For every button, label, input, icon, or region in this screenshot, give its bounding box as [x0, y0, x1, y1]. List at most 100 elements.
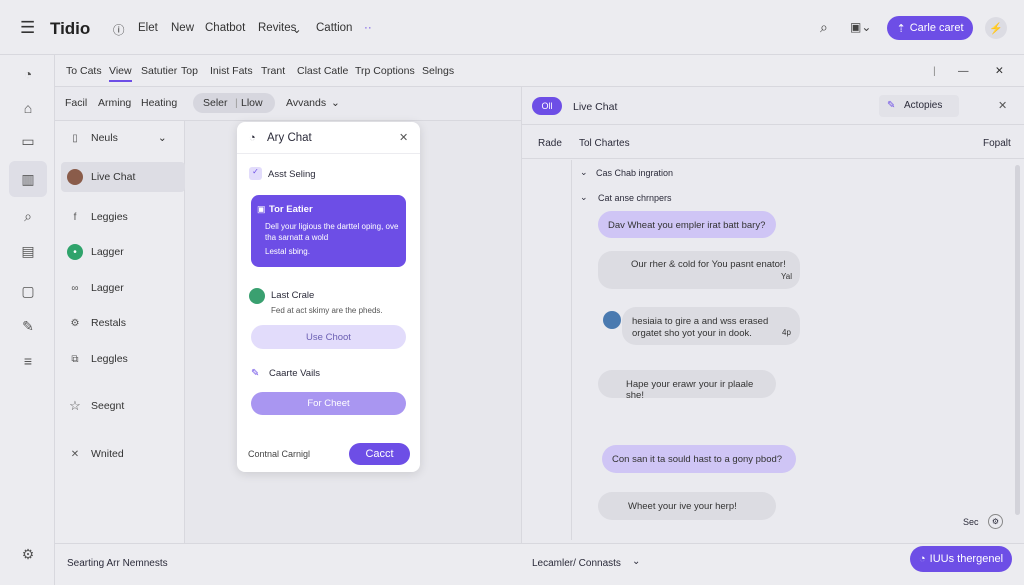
chat-message: Hape your erawr your ir plaale she! — [598, 370, 776, 401]
subnav-item[interactable]: Selngs — [422, 65, 454, 77]
sec-label: Sec — [963, 517, 979, 527]
section-title: Caarte Vails — [269, 368, 321, 379]
filter-bar: Facil Arming Heating Seler | Llow Avvand… — [55, 87, 521, 121]
columns-icon[interactable]: ▥ — [9, 161, 47, 197]
section-title: Last Crale — [271, 290, 315, 301]
avatar — [603, 311, 621, 329]
tool-icon[interactable]: ✎ — [17, 315, 39, 337]
row-label[interactable]: Cas Chab ingration — [596, 168, 673, 178]
chat-message: Our rher & cold for You pasnt enator! Ya… — [598, 251, 800, 289]
cta-button[interactable]: ⇡ Carle caret — [887, 16, 973, 40]
avatar — [67, 169, 83, 185]
menu-lines-icon[interactable]: ≡ — [17, 350, 39, 372]
checkbox-icon[interactable]: ✓ — [249, 167, 262, 180]
menu-icon[interactable]: ☰ — [20, 18, 35, 38]
nav-item-elet[interactable]: Elet — [138, 22, 158, 34]
divider — [571, 160, 572, 540]
close-icon[interactable]: ✕ — [399, 131, 408, 144]
minimize-icon[interactable]: — — [958, 65, 969, 77]
chevron-down-icon[interactable]: ⌄ — [331, 97, 340, 109]
nav-item-new[interactable]: New — [171, 22, 194, 34]
bottom-action-label: IUUs thergenel — [929, 553, 1004, 565]
info-icon[interactable]: ⓘ — [113, 22, 125, 38]
column-label: Rade — [538, 138, 562, 149]
folder-icon[interactable]: ▭ — [17, 130, 39, 152]
chat-icon[interactable]: ◔ — [17, 63, 39, 85]
clipboard-icon[interactable]: ▢ — [17, 280, 39, 302]
left-rail: ◔ ⌂ ▭ ▥ ⌕ ▤ ▢ ✎ ≡ ⚙ — [0, 55, 55, 585]
list-item-label: Leggies — [91, 211, 128, 223]
list-item-label: Live Chat — [91, 171, 136, 183]
list-item-live-chat[interactable]: Live Chat — [61, 162, 185, 192]
dropdown-avvands[interactable]: Avvands — [286, 97, 326, 109]
row-label[interactable]: Cat anse chrnpers — [598, 193, 672, 203]
card-text: Dell your ligious the darttel oping, ove… — [265, 222, 399, 242]
list-item[interactable]: ⚙ Restals — [61, 308, 185, 338]
search-icon[interactable]: ⌕ — [17, 205, 39, 227]
list-item[interactable]: ☆ Seegnt — [61, 391, 185, 421]
filter-facil[interactable]: Facil — [65, 97, 87, 109]
bottom-dropdown[interactable]: Lecamler/ Connasts — [532, 558, 621, 569]
list-header-label: Neuls — [91, 132, 118, 144]
list-icon[interactable]: ▤ — [17, 240, 39, 262]
modal-header: ◔ Ary Chat ✕ — [237, 122, 420, 154]
lock-icon: ▣ — [257, 204, 266, 214]
avatar: • — [67, 244, 83, 260]
highlight-card[interactable]: ▣ Tor Eatier Dell your ligious the dartt… — [251, 195, 406, 267]
calendar-icon[interactable]: ▣⌄ — [850, 20, 871, 34]
toggle-seler[interactable]: Seler — [203, 97, 228, 109]
list-item-label: Lagger — [91, 282, 124, 294]
document-icon: ▯ — [72, 132, 78, 144]
nav-item-chatbot[interactable]: Chatbot — [205, 22, 245, 34]
chevron-down-icon[interactable]: ⌄ — [580, 167, 588, 178]
right-panel-header: Oll Live Chat ✎ Actopies ✕ — [521, 87, 1024, 125]
panel-title: Live Chat — [573, 101, 618, 113]
close-icon: ✕ — [70, 448, 80, 460]
subnav-item[interactable]: Satutier — [141, 65, 177, 77]
cacct-button[interactable]: Cacct — [349, 443, 410, 465]
bottom-action-button[interactable]: ◔ IUUs thergenel — [910, 546, 1012, 572]
status-badge[interactable]: Oll — [532, 97, 562, 115]
list-header[interactable]: ▯ Neuls ⌄ — [61, 123, 185, 153]
for-cheet-button[interactable]: For Cheet — [251, 392, 406, 415]
list-item[interactable]: f Leggies — [61, 202, 185, 232]
toggle-llow[interactable]: Llow — [241, 97, 263, 109]
list-item[interactable]: ⧉ Leggles — [61, 344, 185, 374]
list-item[interactable]: ∞ Lagger — [61, 273, 185, 303]
subnav-item[interactable]: Clast Catle — [297, 65, 348, 77]
filter-arming[interactable]: Arming — [98, 97, 131, 109]
list-item[interactable]: • Lagger — [61, 237, 185, 267]
chat-message-text: hesiaia to gire a and wss erased orgatet… — [632, 316, 769, 339]
settings-icon[interactable]: ⚙ — [17, 543, 39, 565]
nav-item-revites[interactable]: Revites — [258, 22, 296, 34]
filter-heating[interactable]: Heating — [141, 97, 177, 109]
home-icon[interactable]: ⌂ — [17, 97, 39, 119]
footer-link[interactable]: Contnal Carnigl — [248, 449, 310, 459]
chevron-down-icon[interactable]: ⌄ — [632, 556, 640, 567]
chevron-down-icon[interactable]: ⌄ — [292, 22, 302, 36]
subnav-item[interactable]: Inist Fats — [210, 65, 253, 77]
actopies-button[interactable]: ✎ Actopies — [879, 95, 959, 117]
settings-icon[interactable]: ⚙ — [988, 514, 1003, 529]
gear-icon: ⚙ — [70, 317, 80, 329]
brand-logo[interactable]: Tidio — [50, 19, 90, 39]
nav-more[interactable]: ·· — [364, 22, 372, 34]
use-choot-button[interactable]: Use Choot — [251, 325, 406, 349]
profile-button[interactable]: ⚡ — [985, 17, 1007, 39]
close-icon[interactable]: ✕ — [995, 65, 1004, 77]
nav-item-cattion[interactable]: Cattion — [316, 22, 352, 34]
scrollbar[interactable] — [1015, 165, 1020, 515]
actopies-label: Actopies — [904, 100, 943, 111]
close-icon[interactable]: ✕ — [998, 99, 1007, 112]
chevron-down-icon[interactable]: ⌄ — [580, 192, 588, 203]
link-icon: ∞ — [71, 282, 79, 294]
subnav-item[interactable]: Trant — [261, 65, 285, 77]
section-title: Asst Seling — [268, 169, 316, 180]
subnav-item[interactable]: Top — [181, 65, 198, 77]
sub-nav: To Cats View Satutier Top Inist Fats Tra… — [55, 55, 1024, 87]
search-icon[interactable]: ⌕ — [820, 19, 828, 36]
subnav-item[interactable]: To Cats — [66, 65, 102, 77]
subnav-item[interactable]: Trp Coptions — [355, 65, 415, 77]
subnav-item-active[interactable]: View — [109, 65, 132, 82]
list-item[interactable]: ✕ Wnited — [61, 439, 185, 469]
